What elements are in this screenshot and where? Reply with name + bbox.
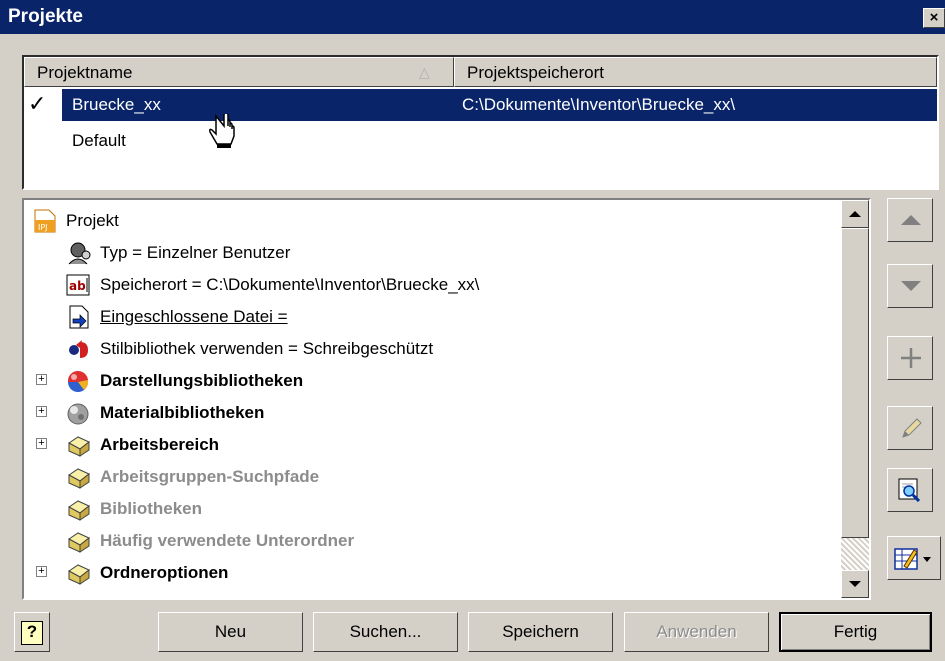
- scroll-track[interactable]: [841, 538, 869, 570]
- add-path-button[interactable]: [887, 336, 933, 380]
- browse-magnifier-icon: [898, 478, 921, 502]
- user-icon: [68, 242, 91, 265]
- svg-text:ab: ab: [69, 279, 86, 293]
- ipj-file-icon: IPJ: [34, 209, 56, 233]
- column-header-projektspeicherort[interactable]: Projektspeicherort: [454, 57, 937, 87]
- column-header-label: Projektspeicherort: [467, 63, 605, 82]
- scroll-up-button[interactable]: [841, 200, 869, 228]
- project-name: Default: [72, 131, 126, 150]
- move-up-button[interactable]: [887, 198, 933, 242]
- column-header-projektname[interactable]: Projektname △: [24, 57, 454, 87]
- browse-path-button[interactable]: [887, 468, 933, 512]
- tree-item-label: Projekt: [66, 211, 119, 230]
- move-down-button[interactable]: [887, 264, 933, 308]
- move-up-icon: [901, 215, 921, 225]
- project-row-bruecke[interactable]: ✓ Bruecke_xx C:\Dokumente\Inventor\Bruec…: [24, 89, 937, 121]
- expand-toggle[interactable]: +: [36, 438, 47, 449]
- active-project-check-icon: ✓: [28, 91, 47, 116]
- project-settings-tree[interactable]: IPJ Projekt Typ = Einzelner Benutzer ab …: [22, 198, 871, 600]
- tree-item-label: Häufig verwendete Unterordner: [100, 531, 355, 550]
- scroll-down-arrow-icon: [849, 581, 861, 587]
- project-location: C:\Dokumente\Inventor\Bruecke_xx\: [452, 89, 937, 121]
- settings-sheet-icon: [894, 548, 931, 570]
- close-button[interactable]: ×: [923, 8, 945, 28]
- plus-icon: [901, 348, 921, 368]
- tree-item-label: Eingeschlossene Datei =: [100, 307, 288, 326]
- column-header-label: Projektname: [37, 63, 133, 82]
- title-bar: Projekte ×: [0, 0, 945, 34]
- done-button[interactable]: Fertig: [779, 612, 932, 652]
- tree-item-label: Typ = Einzelner Benutzer: [100, 243, 291, 262]
- tree-item-label: Bibliotheken: [100, 499, 203, 518]
- expand-toggle[interactable]: +: [36, 566, 47, 577]
- window-title: Projekte: [8, 6, 83, 27]
- expand-toggle[interactable]: +: [36, 374, 47, 385]
- hand-cursor-icon: [209, 114, 235, 148]
- scroll-up-arrow-icon: [849, 211, 861, 217]
- sort-ascending-icon: △: [419, 64, 430, 80]
- options-dropdown-button[interactable]: [887, 536, 941, 580]
- help-button[interactable]: ?: [14, 612, 50, 652]
- move-down-icon: [901, 281, 921, 291]
- project-row-default[interactable]: Default: [24, 125, 937, 157]
- search-button[interactable]: Suchen...: [313, 612, 458, 652]
- tree-item-label: Arbeitsbereich: [100, 435, 220, 454]
- text-field-icon: ab: [66, 274, 90, 296]
- new-button[interactable]: Neu: [158, 612, 303, 652]
- style-library-icon: [69, 340, 88, 358]
- material-library-icon: [67, 403, 89, 425]
- tree-item-label: Ordneroptionen: [100, 563, 229, 582]
- pencil-icon: [902, 418, 922, 438]
- apply-button[interactable]: Anwenden: [624, 612, 769, 652]
- folder-icon: [68, 564, 90, 585]
- save-button[interactable]: Speichern: [468, 612, 613, 652]
- project-name: Bruecke_xx: [62, 89, 452, 121]
- folder-icon: [68, 532, 90, 553]
- svg-text:IPJ: IPJ: [38, 223, 48, 232]
- scroll-down-button[interactable]: [841, 570, 869, 598]
- folder-icon: [68, 468, 90, 489]
- tree-item-label: Speicherort = C:\Dokumente\Inventor\Brue…: [100, 275, 480, 294]
- tree-item-label: Darstellungsbibliotheken: [100, 371, 304, 390]
- folder-icon: [68, 436, 90, 457]
- help-icon: ?: [21, 621, 43, 645]
- tree-item-label: Stilbibliothek verwenden = Schreibgeschü…: [100, 339, 434, 358]
- tree-item-label: Arbeitsgruppen-Suchpfade: [100, 467, 320, 486]
- tree-item-label: Materialbibliotheken: [100, 403, 265, 422]
- edit-path-button[interactable]: [887, 406, 933, 450]
- scroll-thumb[interactable]: [841, 228, 869, 538]
- folder-icon: [68, 500, 90, 521]
- expand-toggle[interactable]: +: [36, 406, 47, 417]
- tree-scrollbar[interactable]: [841, 200, 869, 598]
- project-list[interactable]: Projektname △ Projektspeicherort ✓ Bruec…: [22, 55, 939, 190]
- appearance-library-icon: [67, 370, 89, 392]
- included-file-icon: [69, 305, 89, 329]
